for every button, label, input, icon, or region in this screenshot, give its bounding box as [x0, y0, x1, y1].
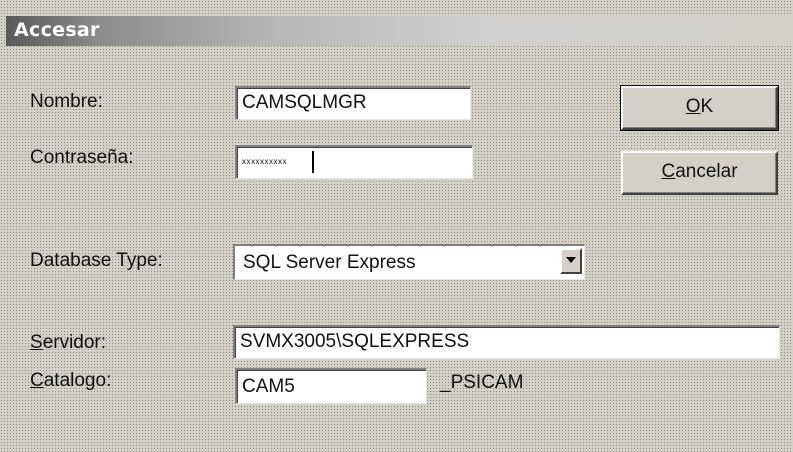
text-caret: [312, 151, 314, 173]
database-type-label: Database Type:: [30, 250, 163, 271]
nombre-input[interactable]: CAMSQLMGR: [235, 86, 471, 120]
servidor-label: Servidor:: [30, 332, 106, 354]
ok-label: K: [700, 96, 714, 117]
window-title: Accesar: [14, 19, 100, 41]
catalogo-mnemonic: C: [30, 370, 44, 391]
ok-mnemonic: O: [685, 96, 701, 117]
servidor-input[interactable]: SVMX3005\SQLEXPRESS: [233, 325, 780, 359]
chevron-down-icon[interactable]: [560, 248, 582, 274]
contrasena-input[interactable]: xxxxxxxxxx: [235, 145, 473, 179]
database-type-select[interactable]: SQL Server Express: [233, 244, 585, 280]
title-bar[interactable]: Accesar: [6, 16, 793, 46]
cancel-mnemonic: C: [661, 161, 676, 182]
contrasena-label: Contraseña:: [30, 147, 134, 168]
ok-button[interactable]: OK: [620, 85, 779, 131]
servidor-label-text: ervidor:: [42, 332, 107, 353]
database-type-value: SQL Server Express: [243, 252, 416, 273]
nombre-label: Nombre:: [30, 91, 103, 112]
cancel-label: ancelar: [675, 161, 738, 182]
catalogo-label-text: atalogo:: [43, 370, 112, 391]
catalogo-label: Catalogo:: [30, 370, 111, 392]
catalogo-suffix: _PSICAM: [440, 372, 524, 393]
cancel-button[interactable]: Cancelar: [621, 151, 778, 195]
servidor-mnemonic: S: [30, 332, 43, 353]
catalogo-input[interactable]: CAM5: [235, 368, 427, 404]
